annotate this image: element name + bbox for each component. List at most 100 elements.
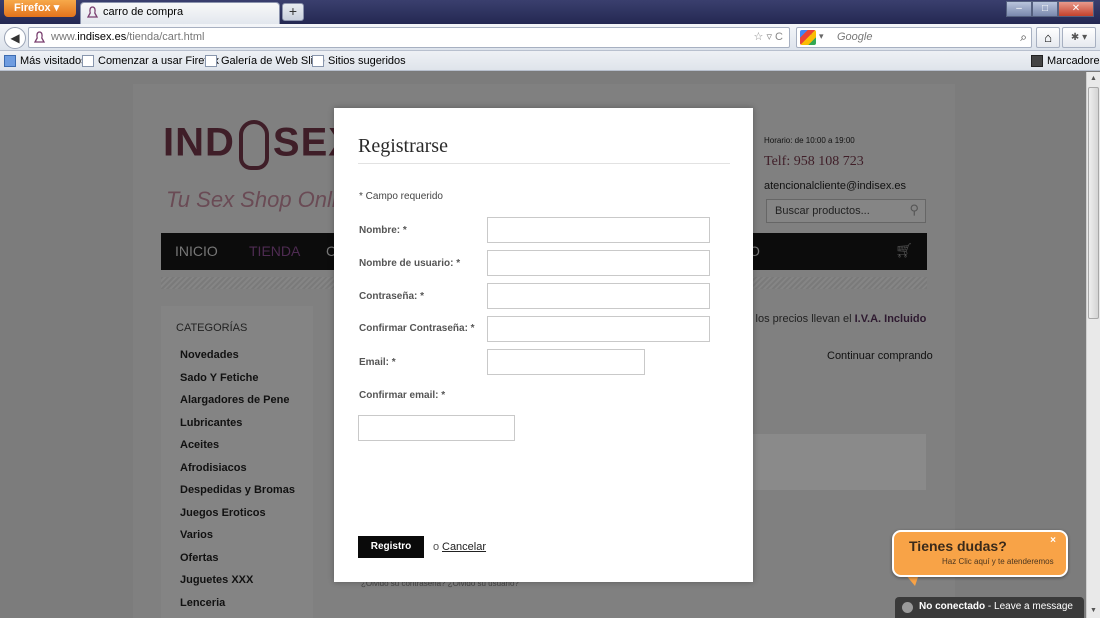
confirm-password-field[interactable] xyxy=(487,316,710,342)
most-visited-icon xyxy=(4,55,16,67)
category-item[interactable]: Juguetes XXX xyxy=(180,574,295,597)
bookmarks-toolbar: Más visitados Comenzar a usar Firefox Ga… xyxy=(0,51,1100,71)
confirm-password-label: Confirmar Contraseña: * xyxy=(359,323,475,334)
product-search-placeholder: Buscar productos... xyxy=(775,205,870,217)
folder-icon xyxy=(82,55,94,67)
new-tab-button[interactable]: + xyxy=(282,3,304,21)
google-icon xyxy=(800,30,816,45)
bookmark-web-slice[interactable]: Galería de Web Slice xyxy=(205,55,325,67)
search-magnifier-icon[interactable]: ⌕ xyxy=(1020,30,1027,45)
bookmark-label: Comenzar a usar Firefox xyxy=(98,55,220,67)
product-search-input[interactable]: Buscar productos... ⚲ xyxy=(766,199,926,223)
confirm-email-label: Confirmar email: * xyxy=(359,390,446,401)
minimize-button[interactable]: – xyxy=(1006,1,1032,17)
cart-summary-box xyxy=(725,434,926,490)
continue-shopping-link[interactable]: Continuar comprando xyxy=(827,350,933,362)
chat-subtitle: Haz Clic aquí y te atenderemos xyxy=(942,557,1054,566)
vat-notice: s los precios llevan el I.V.A. Incluido xyxy=(747,313,926,325)
vat-included-label: I.V.A. Incluido xyxy=(854,313,927,325)
chat-status-action: - Leave a message xyxy=(985,601,1073,612)
category-item[interactable]: Lenceria xyxy=(180,597,295,618)
window-controls: – □ ✕ xyxy=(1006,1,1094,17)
home-button[interactable]: ⌂ xyxy=(1036,27,1060,48)
bookmarks-star-icon xyxy=(1031,55,1043,67)
bookmark-most-visited[interactable]: Más visitados xyxy=(4,55,87,67)
scrollbar-thumb[interactable] xyxy=(1088,87,1099,319)
url-prefix: www. xyxy=(51,31,78,43)
search-bar[interactable]: ▾ Google ⌕ xyxy=(796,27,1032,48)
address-bar[interactable]: www.indisex.es/tienda/cart.html ☆ ▿ C xyxy=(28,27,790,48)
folder-icon xyxy=(312,55,324,67)
back-button[interactable]: ◀ xyxy=(4,27,26,49)
category-item[interactable]: Alargadores de Pene xyxy=(180,394,295,417)
scroll-down-icon[interactable]: ▼ xyxy=(1087,604,1100,618)
category-list: Novedades Sado Y Fetiche Alargadores de … xyxy=(180,349,295,618)
url-domain: indisex.es xyxy=(77,31,127,43)
category-item[interactable]: Juegos Eroticos xyxy=(180,507,295,530)
reload-icon[interactable]: C xyxy=(775,31,783,43)
folder-icon xyxy=(205,55,217,67)
opening-hours: Horario: de 10:00 a 19:00 xyxy=(764,136,855,145)
maximize-button[interactable]: □ xyxy=(1032,1,1058,17)
firefox-menu-button[interactable]: Firefox ▾ xyxy=(4,0,76,17)
chat-close-icon[interactable]: × xyxy=(1050,535,1056,546)
category-item[interactable]: Sado Y Fetiche xyxy=(180,372,295,395)
vat-text: s los precios llevan el xyxy=(747,313,855,325)
confirm-email-field[interactable] xyxy=(358,415,515,441)
category-item[interactable]: Lubricantes xyxy=(180,417,295,440)
bookmark-label: Sitios sugeridos xyxy=(328,55,406,67)
menu-item-tienda[interactable]: TIENDA xyxy=(249,243,300,259)
url-path: /tienda/cart.html xyxy=(126,31,205,43)
category-item[interactable]: Varios xyxy=(180,529,295,552)
site-logo[interactable]: IND SEX xyxy=(163,120,356,170)
phone-number: Telf: 958 108 723 xyxy=(764,154,864,169)
username-field[interactable] xyxy=(487,250,710,276)
bookmarks-menu-button[interactable]: Marcadores xyxy=(1031,55,1100,67)
category-item[interactable]: Afrodisiacos xyxy=(180,462,295,485)
chat-status-bar[interactable]: No conectado - Leave a message xyxy=(895,597,1084,618)
site-identity-icon xyxy=(33,31,46,43)
site-favicon-icon xyxy=(86,6,99,18)
categories-title: CATEGORÍAS xyxy=(176,322,248,334)
bookmark-getting-started[interactable]: Comenzar a usar Firefox xyxy=(82,55,219,67)
chat-title: Tienes dudas? xyxy=(909,538,1007,554)
scroll-up-icon[interactable]: ▲ xyxy=(1087,72,1100,86)
search-placeholder: Google xyxy=(837,31,873,43)
cart-icon[interactable]: 🛒︎ xyxy=(895,242,913,259)
name-field[interactable] xyxy=(487,217,710,243)
url-actions: ☆ ▿ C xyxy=(754,30,783,43)
bookmark-suggested-sites[interactable]: Sitios sugeridos xyxy=(312,55,406,67)
bookmark-star-icon[interactable]: ☆ xyxy=(754,31,764,43)
menu-item-inicio[interactable]: INICIO xyxy=(175,243,218,259)
window-titlebar: Firefox ▾ carro de compra + – □ ✕ xyxy=(0,0,1100,24)
category-item[interactable]: Despedidas y Bromas xyxy=(180,484,295,507)
search-engine-dropdown-icon[interactable]: ▾ xyxy=(819,31,824,42)
chat-prompt-bubble[interactable]: Tienes dudas? Haz Clic aquí y te atender… xyxy=(892,530,1068,577)
register-button[interactable]: Registro xyxy=(358,536,424,558)
tab-title: carro de compra xyxy=(103,6,184,18)
category-item[interactable]: Novedades xyxy=(180,349,295,372)
logo-text-left: IND xyxy=(163,120,235,165)
category-item[interactable]: Aceites xyxy=(180,439,295,462)
chat-status-icon xyxy=(902,602,913,613)
addon-button[interactable]: ✱ ▾ xyxy=(1062,27,1096,48)
cancel-link[interactable]: Cancelar xyxy=(442,541,486,553)
password-field[interactable] xyxy=(487,283,710,309)
page-scrollbar[interactable]: ▲ ▼ xyxy=(1086,72,1100,618)
username-label: Nombre de usuario: * xyxy=(359,258,461,269)
bookmarks-menu-label: Marcadores xyxy=(1047,55,1100,67)
registration-modal: Registrarse * Campo requerido Nombre: * … xyxy=(334,108,753,582)
close-window-button[interactable]: ✕ xyxy=(1058,1,1094,17)
firefox-menu-label: Firefox xyxy=(14,2,51,14)
contact-email[interactable]: atencionalcliente@indisex.es xyxy=(764,180,906,192)
history-dropdown-icon[interactable]: ▿ xyxy=(766,31,772,43)
back-arrow-icon: ◀ xyxy=(10,31,20,45)
email-field[interactable] xyxy=(487,349,645,375)
home-icon: ⌂ xyxy=(1044,30,1052,45)
category-item[interactable]: Ofertas xyxy=(180,552,295,575)
modal-title: Registrarse xyxy=(358,135,448,157)
browser-tab[interactable]: carro de compra xyxy=(80,2,280,24)
chat-status: No conectado xyxy=(919,601,986,612)
bookmark-label: Más visitados xyxy=(20,55,87,67)
search-icon[interactable]: ⚲ xyxy=(909,202,919,218)
